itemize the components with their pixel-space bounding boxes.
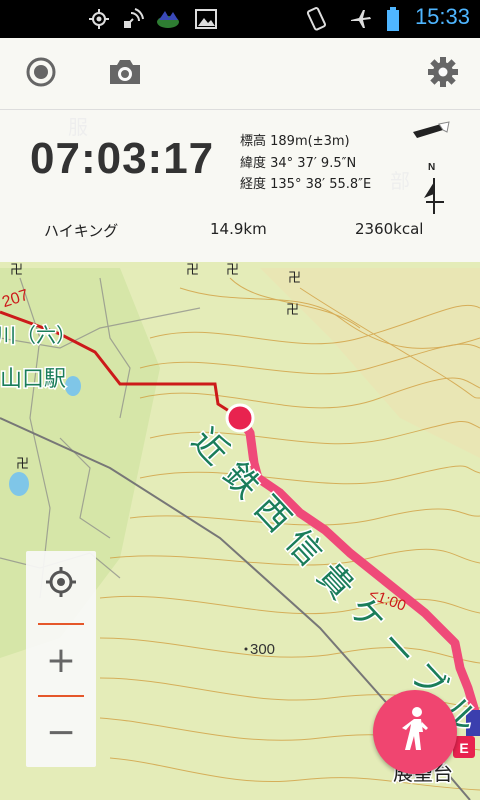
svg-text:卍: 卍 — [10, 263, 23, 278]
crosshair-icon — [44, 565, 78, 608]
zoom-out-button[interactable]: − — [26, 697, 96, 767]
map-label-paren: 川（六） — [0, 323, 76, 347]
elapsed-time: 07:03:17 — [30, 134, 215, 183]
compass-north-label: N — [428, 162, 436, 173]
calories-readout: 2360kcal — [355, 220, 424, 238]
tracking-panel: 07:03:17 標高 189m(±3m) 緯度 34° 37′ 9.5″N 経… — [0, 38, 480, 262]
svg-text:卍: 卍 — [288, 271, 301, 286]
map-controls: + − — [26, 551, 96, 767]
status-time: 15:33 — [414, 4, 470, 29]
camera-button[interactable] — [102, 52, 148, 96]
walking-person-icon — [397, 706, 433, 758]
distance-readout: 14.9km — [210, 220, 267, 238]
svg-text:卍: 卍 — [286, 303, 299, 318]
svg-text:卍: 卍 — [226, 263, 239, 278]
heading-indicator-icon — [405, 120, 451, 150]
zoom-in-button[interactable]: + — [26, 625, 96, 695]
image-icon — [193, 6, 219, 32]
gear-icon — [427, 56, 459, 92]
satellite-icon — [120, 6, 146, 32]
activity-type: ハイキング — [44, 222, 119, 240]
elevation-readout: 標高 189m(±3m) — [240, 134, 350, 149]
vibrate-icon — [303, 6, 329, 32]
settings-button[interactable] — [420, 52, 466, 96]
latitude-readout: 緯度 34° 37′ 9.5″N — [240, 156, 357, 171]
locate-button[interactable] — [26, 551, 96, 621]
gps-icon — [86, 6, 112, 32]
toolbar — [0, 38, 480, 110]
record-button[interactable] — [18, 52, 64, 96]
map-label-station: 山口駅 — [0, 367, 66, 392]
walk-mode-button[interactable] — [373, 690, 457, 774]
camera-icon — [108, 57, 142, 91]
current-position-marker — [225, 403, 255, 433]
record-icon — [25, 56, 57, 92]
svg-text:卍: 卍 — [16, 457, 29, 472]
app-icon — [155, 6, 181, 32]
status-bar: 15:33 — [0, 0, 480, 38]
battery-icon — [380, 6, 406, 32]
longitude-readout: 経度 135° 38′ 55.8″E — [240, 177, 372, 192]
map-label-elevation: 300 — [250, 641, 275, 658]
airplane-icon — [348, 6, 374, 32]
svg-text:卍: 卍 — [186, 263, 199, 278]
